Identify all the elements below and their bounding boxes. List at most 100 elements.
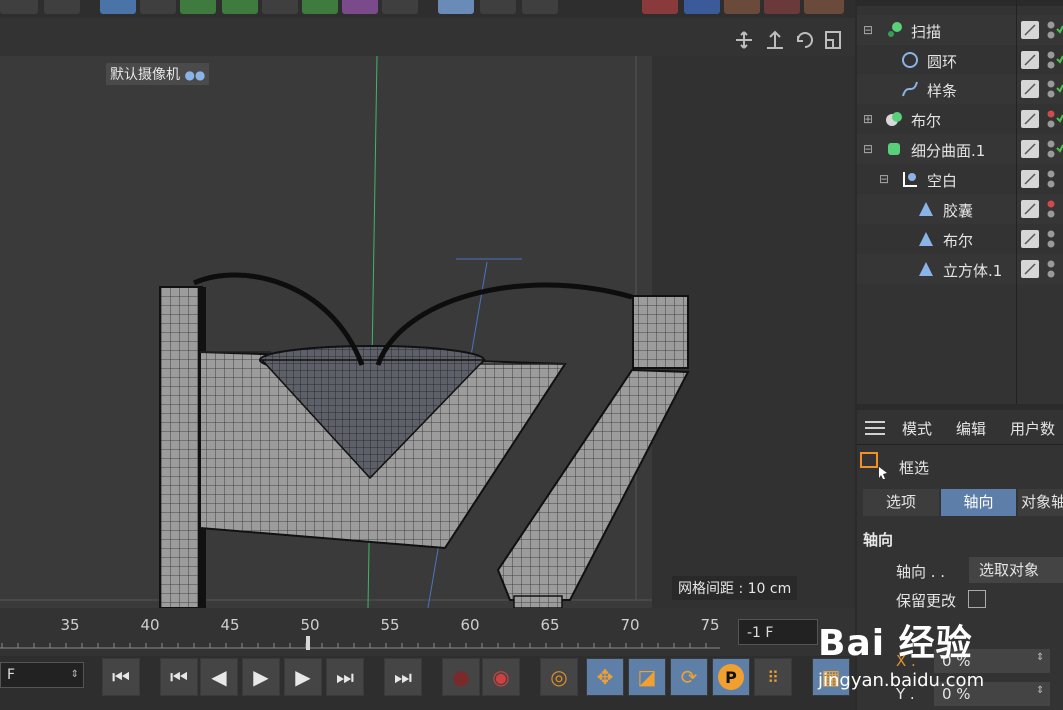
cloner-button[interactable] (302, 0, 338, 14)
start-frame-field[interactable]: F ⇕ (0, 662, 84, 688)
axis-lock-button[interactable] (724, 0, 760, 14)
expand-icon[interactable]: ⊟ (863, 23, 873, 37)
camera-button[interactable] (480, 0, 516, 14)
render-settings-button[interactable] (44, 0, 80, 14)
key-pla-button[interactable]: ⠿ (754, 658, 792, 696)
auto-key-icon: ◉ (492, 665, 510, 689)
grid-spacing-label: 网格间距 : 10 cm (672, 576, 798, 600)
previous-key-button[interactable]: ⏮ (160, 658, 198, 696)
boole-icon (917, 230, 935, 248)
extra-tool-button[interactable] (804, 0, 844, 14)
close-tool-button[interactable] (764, 0, 800, 14)
parameter-icon: P (718, 664, 744, 690)
menu-user-data[interactable]: 用户数 (1010, 418, 1055, 439)
next-key-icon: ⏭ (336, 665, 354, 689)
render-view-button[interactable] (0, 0, 38, 14)
menu-divider (857, 444, 1063, 445)
axis-select[interactable]: 选取对象 (969, 557, 1063, 583)
hamburger-menu-icon[interactable] (864, 419, 886, 437)
object-manager-header (857, 0, 1063, 6)
subdivision-button[interactable] (222, 0, 258, 14)
expand-icon[interactable]: ⊟ (879, 172, 889, 186)
menu-edit[interactable]: 编辑 (956, 418, 986, 439)
cube-icon (917, 260, 935, 278)
play-button[interactable]: ▶ (242, 658, 280, 696)
object-name: 布尔 (943, 232, 974, 250)
move-view-icon[interactable] (736, 28, 756, 48)
keyframe-selection-icon: ◎ (550, 665, 568, 689)
current-frame-field[interactable]: -1 F (738, 619, 818, 645)
object-name: 胶囊 (943, 202, 974, 220)
pla-icon: ⠿ (767, 667, 779, 687)
next-frame-icon: ▶ (295, 665, 311, 689)
snap-button[interactable] (642, 0, 678, 14)
tab-axis[interactable]: 轴向 (941, 489, 1016, 516)
go-to-start-icon: ⏮ (112, 665, 130, 689)
box-select-icon[interactable] (860, 452, 888, 480)
key-parameter-button[interactable]: P (712, 658, 750, 696)
camera-label[interactable]: 默认摄像机 ●● (106, 63, 210, 85)
next-frame-button[interactable]: ▶ (284, 658, 322, 696)
go-to-end-icon: ⏭ (394, 665, 412, 689)
rotate-icon: ⟳ (680, 665, 698, 689)
auto-key-button[interactable]: ◉ (482, 658, 520, 696)
timeline-tick: 75 (700, 616, 720, 634)
object-state-column[interactable] (1017, 15, 1063, 285)
maximize-view-icon[interactable] (824, 28, 844, 48)
spline-button[interactable] (140, 0, 176, 14)
object-name: 立方体.1 (943, 262, 1003, 280)
tab-options[interactable]: 选项 (863, 489, 939, 516)
section-title: 轴向 (863, 531, 894, 549)
key-scale-button[interactable]: ◪ (628, 658, 666, 696)
previous-frame-button[interactable]: ◀ (200, 658, 238, 696)
timeline-tick: 35 (60, 616, 80, 634)
menu-mode[interactable]: 模式 (902, 418, 932, 439)
circle-spline-icon (901, 51, 919, 69)
y-stepper-icon[interactable]: ⇕ (1036, 685, 1044, 696)
workplane-button[interactable] (684, 0, 720, 14)
previous-key-icon: ⏮ (170, 665, 188, 689)
object-name: 样条 (927, 82, 958, 100)
timeline-tick: 70 (620, 616, 640, 634)
object-name: 细分曲面.1 (911, 142, 986, 160)
object-name: 圆环 (927, 53, 958, 71)
play-icon: ▶ (253, 665, 269, 689)
object-name: 布尔 (911, 112, 942, 130)
go-to-start-button[interactable]: ⏮ (102, 658, 140, 696)
key-position-button[interactable]: ✥ (586, 658, 624, 696)
next-key-button[interactable]: ⏭ (326, 658, 364, 696)
keyframe-selection-button[interactable]: ◎ (540, 658, 578, 696)
viewport-header (0, 18, 855, 56)
array-button[interactable] (262, 0, 298, 14)
timeline-ruler (0, 636, 720, 650)
expand-icon[interactable]: ⊟ (863, 142, 873, 156)
baidu-url: jingyan.baidu.com (818, 670, 985, 691)
deformer-button[interactable] (342, 0, 378, 14)
dolly-view-icon[interactable] (765, 28, 785, 48)
timeline-tick: 65 (540, 616, 560, 634)
main-toolbar (0, 0, 855, 18)
axis-label: 轴向 . . (896, 563, 946, 581)
floor-button[interactable] (438, 0, 474, 14)
tab-object-axis[interactable]: 对象轴 (1018, 489, 1063, 516)
camera-icon: ●● (184, 68, 206, 82)
object-name: 空白 (927, 172, 958, 190)
expand-icon[interactable]: ⊞ (863, 112, 873, 126)
rotate-view-icon[interactable] (795, 28, 815, 48)
record-button[interactable]: ● (442, 658, 480, 696)
scale-icon: ◪ (637, 665, 657, 689)
record-icon: ● (452, 665, 470, 689)
go-to-end-button[interactable]: ⏭ (384, 658, 422, 696)
3d-viewport[interactable] (0, 56, 855, 608)
mode-label: 框选 (899, 459, 930, 477)
field-button[interactable] (382, 0, 418, 14)
cube-object-button[interactable] (100, 0, 136, 14)
spline-icon (901, 80, 919, 98)
x-stepper-icon[interactable]: ⇕ (1036, 652, 1044, 663)
move-icon: ✥ (596, 665, 614, 689)
generator-button[interactable] (180, 0, 216, 14)
light-button[interactable] (522, 0, 558, 14)
boole-icon (885, 110, 903, 128)
key-rotation-button[interactable]: ⟳ (670, 658, 708, 696)
keep-changes-checkbox[interactable] (968, 590, 986, 608)
